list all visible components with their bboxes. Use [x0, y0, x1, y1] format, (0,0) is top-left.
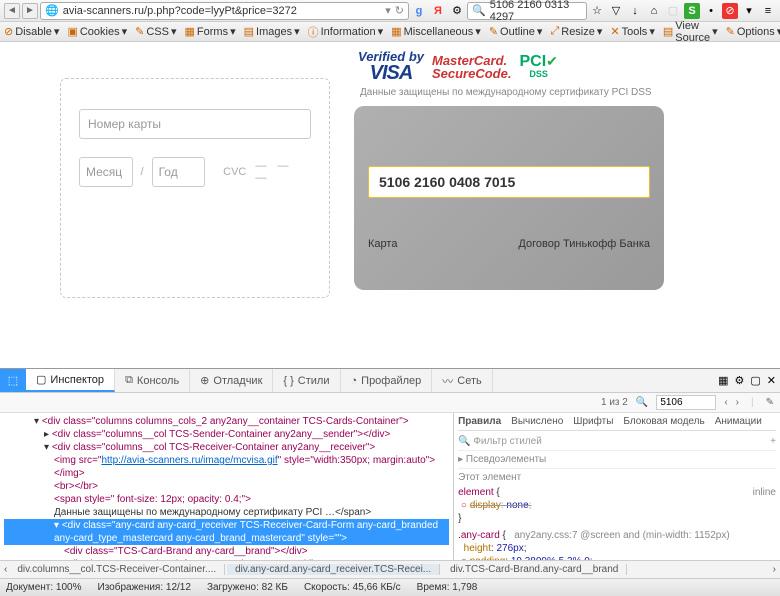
search-input[interactable]: 🔍 5106 2160 0313 4297 — [467, 2, 587, 20]
google-icon[interactable]: g — [411, 3, 427, 19]
devtools-settings-icon[interactable]: ▦ — [718, 374, 728, 387]
tab-network[interactable]: 〰 Сеть — [432, 369, 492, 392]
search-count: 1 из 2 — [601, 397, 628, 408]
web-developer-toolbar: ⊘Disable▾ ▣Cookies▾ ✎CSS▾ ▦Forms▾ ▤Image… — [0, 22, 780, 42]
eyedropper-icon[interactable]: ✎ — [766, 397, 774, 408]
globe-icon: 🌐 — [45, 4, 59, 17]
crumb-next-icon[interactable]: › — [773, 564, 776, 575]
devtools-close-icon[interactable]: ✕ — [767, 374, 776, 387]
receiver-block: Verified by VISA MasterCard. SecureCode.… — [354, 50, 760, 368]
subtab-rules[interactable]: Правила — [458, 415, 501, 428]
pci-logo: PCI✔ DSS — [519, 54, 557, 79]
devtools-gear-icon[interactable]: ⚙ — [735, 374, 745, 387]
sender-card-form: Номер карты Месяц / Год CVC — — — — [60, 78, 330, 298]
visa-logo: Verified by VISA — [358, 50, 424, 83]
devtools-search-row: 1 из 2 🔍 ‹ › | ✎ — [0, 393, 780, 413]
devtools-search-input[interactable] — [656, 395, 716, 410]
tab-profiler[interactable]: ◔ Профайлер — [341, 369, 433, 392]
subtab-box[interactable]: Блоковая модель — [623, 415, 704, 428]
receiver-card-number-input[interactable]: 5106 2160 0408 7015 — [368, 166, 650, 198]
status-doc: Документ: 100% — [6, 582, 82, 593]
dropdown-icon[interactable]: ▾ — [385, 4, 391, 17]
more-icon[interactable]: ▾ — [741, 3, 757, 19]
status-speed: Скорость: 45,66 КБ/с — [304, 582, 401, 593]
card-label: Карта — [368, 238, 397, 250]
wd-misc[interactable]: ▦Miscellaneous▾ — [391, 25, 481, 38]
tool-icon[interactable]: ⚙ — [449, 3, 465, 19]
menu-icon[interactable]: ≡ — [760, 3, 776, 19]
pocket-icon[interactable]: ▽ — [608, 3, 624, 19]
crumb-prev-icon[interactable]: ‹ — [4, 564, 7, 575]
receiver-card: 5106 2160 0408 7015 Карта Договор Тинько… — [354, 106, 664, 290]
rss-icon[interactable]: ▢ — [665, 3, 681, 19]
wd-disable[interactable]: ⊘Disable▾ — [4, 25, 59, 38]
pick-element-button[interactable]: ⬚ — [0, 369, 26, 392]
wd-outline[interactable]: ✎Outline▾ — [489, 25, 543, 38]
ya-icon[interactable]: Я — [430, 3, 446, 19]
devtools-panel: ⬚ ▢ Инспектор ⧉ Консоль ⊕ Отладчик { } С… — [0, 368, 780, 578]
wd-images[interactable]: ▤Images▾ — [244, 25, 300, 38]
bullet-icon[interactable]: • — [703, 3, 719, 19]
crumb-2[interactable]: div.any-card.any-card_receiver.TCS-Recei… — [227, 564, 440, 575]
s-icon[interactable]: S — [684, 3, 700, 19]
wd-info[interactable]: ⓘInformation▾ — [308, 24, 384, 40]
wd-cookies[interactable]: ▣Cookies▾ — [67, 25, 127, 38]
subtab-computed[interactable]: Вычислено — [511, 415, 563, 428]
tab-debugger[interactable]: ⊕ Отладчик — [190, 369, 273, 392]
search-next-icon[interactable]: › — [736, 397, 739, 408]
home-icon[interactable]: ⌂ — [646, 3, 662, 19]
subtab-fonts[interactable]: Шрифты — [573, 415, 613, 428]
forward-button[interactable]: ► — [22, 3, 38, 19]
wd-resize[interactable]: ⤢Resize▾ — [550, 25, 602, 38]
wd-viewsource[interactable]: ▤View Source▾ — [663, 20, 718, 44]
html-tree[interactable]: ▾ <div class="columns columns_cols_2 any… — [0, 413, 453, 560]
css-rules-panel[interactable]: Правила Вычислено Шрифты Блоковая модель… — [453, 413, 780, 560]
pseudo-header[interactable]: ▸ Псевдоэлементы — [458, 451, 776, 469]
reload-icon[interactable]: ↻ — [395, 4, 404, 17]
subtab-anim[interactable]: Анимации — [715, 415, 762, 428]
tab-styles[interactable]: { } Стили — [273, 369, 340, 392]
month-select[interactable]: Месяц — [79, 157, 133, 187]
css-filter-input[interactable]: 🔍 Фильтр стилей+ — [458, 433, 776, 451]
devtools-tabs: ⬚ ▢ Инспектор ⧉ Консоль ⊕ Отладчик { } С… — [0, 369, 780, 393]
crumb-3[interactable]: div.TCS-Card-Brand.any-card__brand — [442, 564, 627, 575]
tab-console[interactable]: ⧉ Консоль — [115, 369, 190, 392]
search-prev-icon[interactable]: ‹ — [724, 397, 727, 408]
card-number-input[interactable]: Номер карты — [79, 109, 311, 139]
wd-css[interactable]: ✎CSS▾ — [135, 25, 176, 38]
year-select[interactable]: Год — [152, 157, 206, 187]
crumb-1[interactable]: div.columns__col.TCS-Receiver-Container.… — [9, 564, 225, 575]
security-text: Данные защищены по международному сертиф… — [354, 87, 760, 98]
cvc-input[interactable]: — — — — [254, 157, 311, 187]
this-element-header: Этот элемент — [458, 469, 776, 486]
devtools-dock-icon[interactable]: ▢ — [750, 374, 760, 387]
slash: / — [141, 166, 144, 178]
security-logos: Verified by VISA MasterCard. SecureCode.… — [354, 50, 760, 83]
wd-options[interactable]: ✎Options▾ — [726, 25, 780, 38]
breadcrumb: ‹ div.columns__col.TCS-Receiver-Containe… — [0, 560, 780, 578]
back-button[interactable]: ◄ — [4, 3, 20, 19]
url-input[interactable]: 🌐 avia-scanners.ru/p.php?code=lyyPt&pric… — [40, 2, 409, 20]
status-load: Загружено: 82 КБ — [207, 582, 288, 593]
tab-inspector[interactable]: ▢ Инспектор — [26, 369, 115, 392]
mastercard-logo: MasterCard. SecureCode. — [432, 54, 511, 80]
abp-icon[interactable]: ⊘ — [722, 3, 738, 19]
bookmark-icon[interactable]: ☆ — [589, 3, 605, 19]
wd-forms[interactable]: ▦Forms▾ — [185, 25, 236, 38]
cvc-label: CVC — [223, 166, 246, 178]
css-subtabs: Правила Вычислено Шрифты Блоковая модель… — [458, 415, 776, 431]
wd-tools[interactable]: ✕Tools▾ — [610, 25, 654, 38]
selected-node[interactable]: ▾ <div class="any-card any-card_receiver… — [4, 519, 449, 545]
page-content: Номер карты Месяц / Год CVC — — — Verifi… — [0, 42, 780, 368]
status-img: Изображения: 12/12 — [98, 582, 191, 593]
status-time: Время: 1,798 — [417, 582, 478, 593]
download-icon[interactable]: ↓ — [627, 3, 643, 19]
contract-label: Договор Тинькофф Банка — [518, 238, 650, 250]
status-bar: Документ: 100% Изображения: 12/12 Загруж… — [0, 578, 780, 596]
search-icon: 🔍 — [472, 4, 486, 17]
